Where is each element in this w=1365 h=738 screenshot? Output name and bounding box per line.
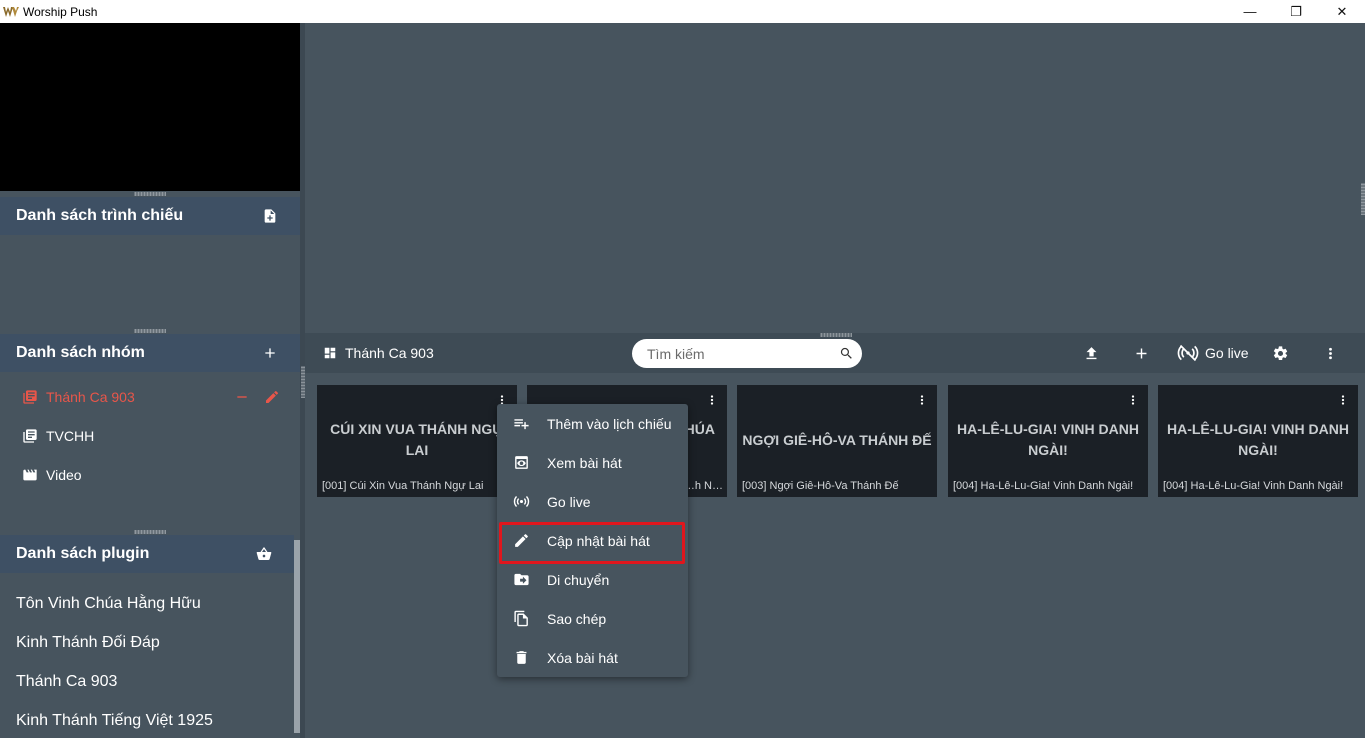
close-button[interactable]: ✕ [1319, 0, 1365, 23]
song-title: CÚI XIN VUA THÁNH NGỰ LAI [330, 421, 504, 458]
groups-panel-title: Danh sách nhóm [16, 344, 145, 361]
group-item-tvchh[interactable]: TVCHH [22, 428, 94, 444]
add-group-icon[interactable] [262, 345, 278, 361]
library-icon [23, 429, 37, 443]
plugin-item[interactable]: Kinh Thánh Đối Đáp [16, 634, 160, 652]
window-title: Worship Push [23, 4, 98, 19]
song-card[interactable]: HA-LÊ-LU-GIA! VINH DANH NGÀI! [004] Ha-L… [1158, 385, 1358, 497]
menu-item-copy[interactable]: Sao chép [497, 599, 688, 638]
song-title: HA-LÊ-LU-GIA! VINH DANH NGÀI! [1167, 421, 1349, 458]
song-card[interactable]: CÚI XIN VUA THÁNH NGỰ LAI [001] Cúi Xin … [317, 385, 517, 497]
library-icon [23, 390, 37, 404]
edit-icon[interactable] [264, 389, 280, 405]
app-logo-icon [3, 6, 19, 17]
minimize-button[interactable]: — [1227, 0, 1273, 23]
menu-item-go-live[interactable]: Go live [497, 482, 688, 521]
menu-item-move[interactable]: Di chuyển [497, 560, 688, 599]
search-box[interactable] [632, 339, 862, 368]
remove-icon[interactable] [234, 389, 250, 405]
more-vert-icon[interactable] [1126, 393, 1140, 407]
song-subtitle: [004] Ha-Lê-Lu-Gia! Vinh Danh Ngài! [1163, 480, 1344, 492]
group-item-label: TVCHH [46, 428, 95, 444]
preview-icon [515, 456, 528, 469]
song-card[interactable]: NGỢI GIÊ-HÔ-VA THÁNH ĐẾ [003] Ngợi Giê-H… [737, 385, 937, 497]
plugins-panel-title: Danh sách plugin [16, 545, 150, 562]
group-title: Thánh Ca 903 [323, 345, 434, 361]
highlight-annotation [499, 522, 685, 564]
playlist-add-icon [514, 419, 529, 430]
plugins-panel-body: Tôn Vinh Chúa Hằng Hữu Kinh Thánh Đối Đá… [0, 573, 294, 738]
more-vert-icon[interactable] [915, 393, 929, 407]
broadcast-icon [513, 496, 530, 507]
menu-item-label: Sao chép [547, 610, 607, 627]
menu-item-delete-song[interactable]: Xóa bài hát [497, 638, 688, 677]
schedule-panel-body [0, 235, 300, 328]
group-item-thanh-ca-903[interactable]: Thánh Ca 903 [22, 389, 280, 405]
group-title-label: Thánh Ca 903 [345, 345, 434, 361]
restore-button[interactable]: ❐ [1273, 0, 1319, 23]
song-subtitle: [003] Ngợi Giê-Hô-Va Thánh Đế [742, 480, 899, 492]
menu-item-add-to-schedule[interactable]: Thêm vào lịch chiếu [497, 404, 688, 443]
song-title: HA-LÊ-LU-GIA! VINH DANH NGÀI! [957, 421, 1139, 458]
plugin-item[interactable]: Tôn Vinh Chúa Hằng Hữu [16, 595, 201, 613]
more-vert-icon[interactable] [1336, 393, 1350, 407]
schedule-panel-header: Danh sách trình chiếu [0, 197, 300, 235]
schedule-panel-title: Danh sách trình chiếu [16, 207, 184, 224]
menu-item-label: Di chuyển [547, 571, 610, 588]
search-icon[interactable] [839, 346, 854, 361]
preview-area [305, 23, 1365, 333]
movie-icon [23, 469, 37, 481]
move-folder-icon [514, 573, 529, 586]
plugin-item[interactable]: Kinh Thánh Tiếng Việt 1925 [16, 712, 213, 730]
copy-icon [514, 610, 528, 627]
search-input[interactable] [647, 345, 827, 362]
go-live-label: Go live [1205, 345, 1249, 361]
plugins-panel-header: Danh sách plugin [0, 535, 294, 573]
menu-item-label: Xóa bài hát [547, 649, 618, 666]
resize-handle[interactable] [820, 333, 852, 337]
resize-handle[interactable] [1361, 183, 1365, 215]
upload-icon[interactable] [1083, 345, 1100, 362]
groups-panel-header: Danh sách nhóm [0, 334, 300, 372]
add-icon[interactable] [1133, 345, 1150, 362]
basket-icon[interactable] [256, 546, 272, 562]
menu-item-label: Xem bài hát [547, 454, 622, 471]
plugin-item[interactable]: Thánh Ca 903 [16, 673, 117, 691]
go-live-button[interactable]: Go live [1177, 343, 1249, 363]
menu-item-label: Thêm vào lịch chiếu [547, 415, 672, 432]
new-file-icon[interactable] [262, 208, 278, 224]
menu-item-view-song[interactable]: Xem bài hát [497, 443, 688, 482]
settings-icon[interactable] [1272, 345, 1289, 362]
song-card[interactable]: HA-LÊ-LU-GIA! VINH DANH NGÀI! [004] Ha-L… [948, 385, 1148, 497]
title-bar: Worship Push — ❐ ✕ [0, 0, 1365, 23]
more-vert-icon[interactable] [705, 393, 719, 407]
groups-panel-body: Thánh Ca 903 TVCHH Video [0, 372, 300, 529]
more-vert-icon[interactable] [1322, 345, 1339, 362]
menu-item-label: Go live [547, 493, 591, 510]
song-toolbar: Thánh Ca 903 Go live [305, 333, 1365, 373]
group-item-video[interactable]: Video [22, 467, 82, 483]
song-subtitle: [001] Cúi Xin Vua Thánh Ngự Lai [322, 480, 484, 492]
dashboard-icon [324, 347, 336, 359]
song-subtitle: [004] Ha-Lê-Lu-Gia! Vinh Danh Ngài! [953, 480, 1134, 492]
left-sidebar: Danh sách trình chiếu Danh sách nhóm Thá… [0, 23, 300, 738]
delete-icon [516, 651, 527, 664]
broadcast-off-icon [1177, 344, 1199, 362]
group-item-label: Thánh Ca 903 [46, 389, 135, 405]
song-grid: CÚI XIN VUA THÁNH NGỰ LAI [001] Cúi Xin … [305, 373, 1365, 738]
song-title: NGỢI GIÊ-HÔ-VA THÁNH ĐẾ [742, 432, 932, 448]
group-item-label: Video [46, 467, 82, 483]
video-preview [0, 23, 300, 191]
